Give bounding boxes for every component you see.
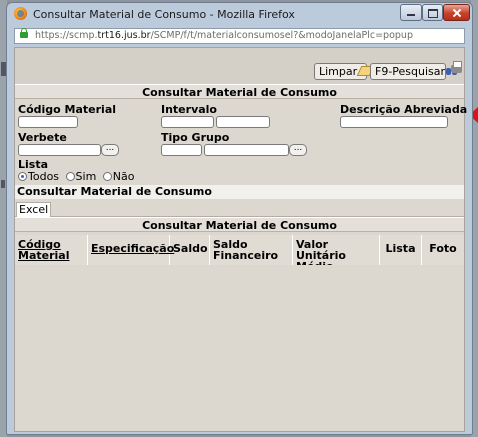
maximize-button[interactable] (422, 4, 443, 21)
verbete-lookup-button[interactable]: ... (101, 144, 119, 156)
lista-todos-label: Todos (28, 170, 60, 183)
clear-button-label: Limpar (319, 65, 358, 78)
verbete-input[interactable] (18, 144, 101, 156)
intervalo-label: Intervalo (161, 103, 217, 116)
results-tab-strip: Excel (15, 199, 464, 218)
search-form-title: Consultar Material de Consumo (15, 84, 464, 99)
print-icon[interactable] (451, 61, 462, 73)
column-saldo: Saldo (170, 235, 210, 265)
lista-nao-label: Não (112, 170, 135, 183)
codigo-material-input[interactable] (18, 116, 78, 128)
window-title: Consultar Material de Consumo - Mozilla … (33, 8, 295, 21)
tab-excel[interactable]: Excel (16, 202, 52, 218)
search-button[interactable]: F9-Pesquisar (370, 63, 458, 80)
tipo-grupo-label: Tipo Grupo (161, 131, 230, 144)
intervalo-end-input[interactable] (216, 116, 270, 128)
tipo-grupo-lookup-button[interactable]: ... (289, 144, 307, 156)
results-grid (15, 265, 464, 431)
tipo-grupo-name-input[interactable] (204, 144, 289, 156)
descricao-abreviada-input[interactable] (340, 116, 448, 128)
firefox-icon (14, 7, 27, 20)
close-button[interactable] (443, 4, 470, 21)
url-prefix: https://scmp. (35, 30, 98, 41)
results-table-header: Código Material Especificação Saldo Sald… (15, 235, 464, 272)
column-valor-unitario-medio: Valor Unitário Médio (293, 235, 380, 272)
window-titlebar[interactable]: Consultar Material de Consumo - Mozilla … (7, 3, 472, 25)
column-lista: Lista (380, 235, 422, 265)
codigo-material-label: Código Material (18, 103, 117, 116)
lista-nao-radio[interactable] (102, 172, 112, 181)
url-text[interactable]: https://scmp.trt16.jus.br/SCMP/f/t/mater… (35, 30, 413, 41)
popup-window: Consultar Material de Consumo - Mozilla … (6, 2, 473, 435)
column-saldo-financeiro: Saldo Financeiro (210, 235, 293, 265)
intervalo-start-input[interactable] (161, 116, 214, 128)
url-path: /SCMP/f/t/materialconsumosel?&modoJanela… (150, 30, 413, 41)
tipo-grupo-code-input[interactable] (161, 144, 202, 156)
column-codigo-material[interactable]: Código Material (15, 235, 88, 265)
background-page-marker (1, 180, 5, 188)
descricao-abreviada-label: Descrição Abreviada (340, 103, 468, 116)
column-especificacao[interactable]: Especificação (88, 235, 174, 265)
url-domain: trt16.jus.br (97, 30, 151, 41)
results-table-title: Consultar Material de Consumo (15, 217, 464, 232)
lock-icon (20, 28, 28, 38)
search-button-label: F9-Pesquisar (375, 65, 446, 78)
clear-button[interactable]: Limpar (314, 63, 375, 80)
verbete-label: Verbete (18, 131, 67, 144)
page-content: Limpar F9-Pesquisar Consultar Material d… (14, 47, 468, 432)
lista-radio-group: Todos Sim Não (18, 170, 138, 183)
results-section-label: Consultar Material de Consumo (15, 185, 464, 199)
minimize-button[interactable] (400, 4, 422, 21)
toolbar: Limpar F9-Pesquisar (15, 48, 464, 84)
address-bar[interactable]: https://scmp.trt16.jus.br/SCMP/f/t/mater… (14, 28, 465, 44)
column-foto: Foto (429, 242, 457, 255)
lista-sim-radio[interactable] (65, 172, 75, 181)
lista-sim-label: Sim (75, 170, 97, 183)
lista-todos-radio[interactable] (18, 172, 27, 181)
